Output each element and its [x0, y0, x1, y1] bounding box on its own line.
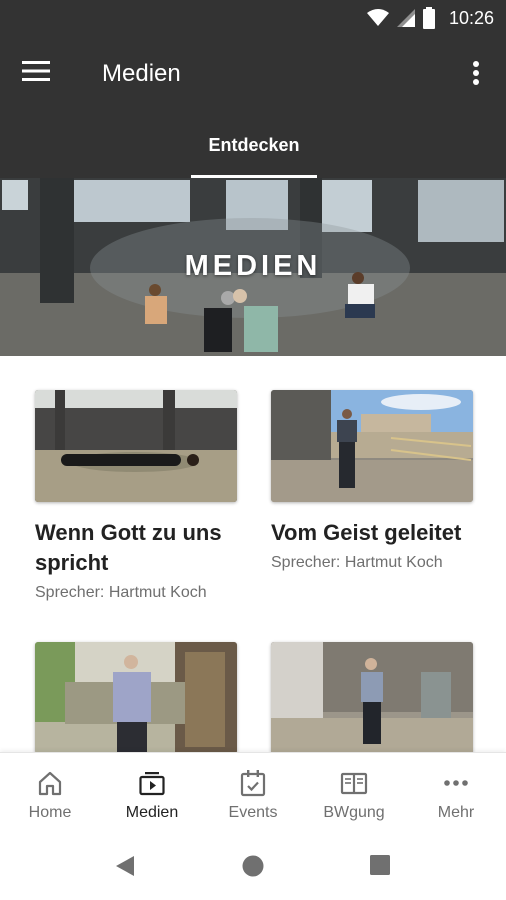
media-card[interactable]: Vom Geist geleitet Sprecher: Hartmut Koc…: [271, 390, 473, 572]
nav-item-medien[interactable]: Medien: [102, 753, 202, 839]
nav-item-events[interactable]: Events: [203, 753, 303, 839]
app-bar: Medien Entdecken: [0, 36, 506, 178]
recents-icon[interactable]: [370, 855, 390, 875]
media-card[interactable]: [35, 642, 237, 770]
hamburger-menu-icon: [22, 61, 50, 81]
app-title: Medien: [102, 60, 181, 87]
nav-item-home[interactable]: Home: [0, 753, 100, 839]
card-title: Vom Geist geleitet: [271, 520, 462, 545]
system-navigation-bar: [0, 838, 506, 900]
card-subtitle: Sprecher: Hartmut Koch: [35, 584, 207, 601]
wifi-icon: [366, 9, 389, 26]
card-thumbnail: [271, 642, 473, 754]
nav-label: BWgung: [323, 804, 385, 821]
status-icons: 10:26: [366, 7, 494, 29]
card-thumbnail: [271, 390, 473, 502]
card-title: Wenn Gott zu uns spricht: [35, 520, 222, 575]
hero-banner[interactable]: MEDIEN: [0, 178, 506, 356]
card-thumbnail: [35, 390, 237, 502]
nav-item-bwgung[interactable]: BWgung: [304, 753, 404, 839]
bottom-navigation: Home Medien Events BWgung Mehr: [0, 752, 506, 839]
card-thumbnail: [35, 642, 237, 754]
nav-label: Medien: [125, 804, 179, 821]
menu-button[interactable]: [22, 60, 58, 88]
calendar-icon: [240, 770, 266, 797]
nav-label: Home: [28, 804, 72, 821]
hero-title: MEDIEN: [184, 250, 322, 282]
nav-item-mehr[interactable]: Mehr: [406, 753, 506, 839]
tab-entdecken[interactable]: Entdecken: [191, 126, 317, 178]
card-subtitle: Sprecher: Hartmut Koch: [271, 554, 443, 571]
media-card[interactable]: Wenn Gott zu uns spricht Sprecher: Hartm…: [35, 390, 237, 602]
more-vert-icon: [473, 61, 479, 85]
book-icon: [340, 772, 368, 795]
signal-icon: [396, 9, 415, 27]
media-card[interactable]: [271, 642, 473, 770]
home-circle-icon[interactable]: [242, 855, 264, 877]
media-player-icon: [139, 772, 165, 796]
status-time: 10:26: [448, 7, 494, 28]
more-horiz-icon: [444, 780, 468, 786]
more-options-button[interactable]: [468, 60, 484, 90]
status-bar: 10:26: [0, 0, 506, 36]
home-icon: [38, 771, 62, 796]
nav-label: Mehr: [437, 804, 475, 821]
tab-label: Entdecken: [208, 135, 300, 155]
back-icon[interactable]: [114, 854, 136, 878]
nav-label: Events: [228, 804, 278, 821]
battery-icon: [422, 7, 435, 29]
